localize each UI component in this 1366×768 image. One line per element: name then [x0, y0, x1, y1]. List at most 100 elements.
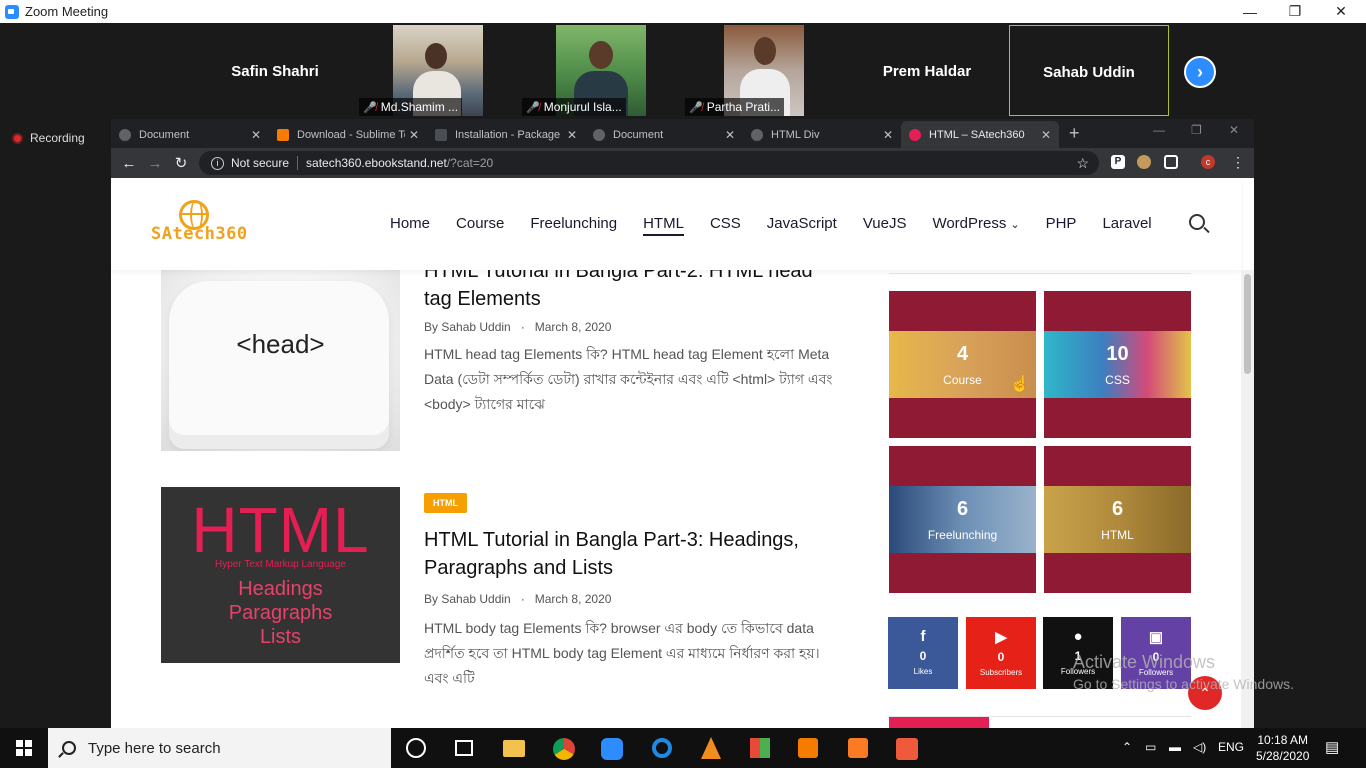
- sidebar-tabs[interactable]: [889, 716, 1191, 728]
- recording-label: Recording: [30, 131, 85, 145]
- mouse-cursor-icon: ☝: [1010, 376, 1030, 393]
- chrome-icon[interactable]: [553, 738, 575, 760]
- participant-tile[interactable]: Prem Haldar: [847, 25, 1007, 116]
- nav-php[interactable]: PHP: [1046, 215, 1077, 236]
- task-view-icon[interactable]: [455, 740, 473, 756]
- nav-vuejs[interactable]: VueJS: [863, 215, 907, 236]
- post-thumbnail[interactable]: HTML Hyper Text Markup Language Headings…: [161, 487, 400, 663]
- close-tab-icon[interactable]: ✕: [567, 128, 577, 142]
- post-author[interactable]: By Sahab Uddin: [424, 320, 511, 334]
- browser-tab-active[interactable]: HTML – SAtech360 ✕: [901, 121, 1059, 148]
- nav-html[interactable]: HTML: [643, 215, 684, 236]
- participant-tile[interactable]: Safin Shahri: [195, 25, 355, 116]
- participant-tile[interactable]: 🎤̸ Monjurul Isla...: [520, 25, 680, 116]
- security-label: Not secure: [231, 156, 290, 170]
- minimize-icon[interactable]: —: [1153, 123, 1165, 137]
- browser-tab[interactable]: Document ✕: [111, 121, 269, 148]
- language-indicator[interactable]: ENG: [1218, 740, 1244, 754]
- scrollbar-thumb[interactable]: [1244, 274, 1251, 374]
- address-bar[interactable]: i Not secure satech360.ebookstand.net/?c…: [199, 151, 1099, 175]
- site-logo[interactable]: SAtech360: [151, 198, 251, 248]
- participant-name: Sahab Uddin: [1043, 64, 1135, 81]
- system-clock[interactable]: 10:18 AM 5/28/2020: [1256, 732, 1309, 764]
- zoom-window-title: Zoom Meeting: [25, 4, 109, 19]
- extension-icon[interactable]: [1137, 155, 1151, 169]
- browser-tab[interactable]: Download - Sublime Te ✕: [269, 121, 427, 148]
- browser-tab[interactable]: Document ✕: [585, 121, 743, 148]
- close-tab-icon[interactable]: ✕: [725, 128, 735, 142]
- cortana-icon[interactable]: [406, 738, 426, 758]
- participant-name: Safin Shahri: [231, 63, 319, 80]
- star-icon[interactable]: ☆: [1076, 155, 1089, 172]
- xampp-icon[interactable]: [848, 738, 868, 758]
- close-tab-icon[interactable]: ✕: [1041, 128, 1051, 142]
- sublime-icon: [277, 128, 289, 141]
- next-page-button[interactable]: ›: [1184, 56, 1216, 88]
- menu-icon[interactable]: ⋮: [1231, 154, 1245, 171]
- close-tab-icon[interactable]: ✕: [883, 128, 893, 142]
- nav-freelunching[interactable]: Freelunching: [530, 215, 617, 236]
- participant-tile[interactable]: 🎤̸ Md.Shamim ...: [357, 25, 517, 116]
- close-icon[interactable]: ✕: [1229, 123, 1239, 137]
- forward-icon[interactable]: →: [142, 155, 168, 172]
- thumbnail-title: HTML: [191, 494, 370, 566]
- restore-icon[interactable]: ❐: [1191, 123, 1202, 137]
- close-tab-icon[interactable]: ✕: [251, 128, 261, 142]
- minimize-icon[interactable]: —: [1227, 0, 1273, 23]
- category-tile-course[interactable]: 4 Course: [889, 291, 1036, 438]
- network-icon[interactable]: ▭: [1145, 740, 1156, 754]
- youtube-icon: ▶: [995, 629, 1007, 646]
- chevron-up-icon[interactable]: ⌃: [1122, 740, 1132, 754]
- reload-icon[interactable]: ↻: [168, 154, 194, 172]
- nav-css[interactable]: CSS: [710, 215, 741, 236]
- brackets-icon[interactable]: [896, 738, 918, 760]
- tab-title: Installation - Package C: [455, 128, 563, 141]
- social-youtube[interactable]: ▶ 0 Subscribers: [966, 617, 1036, 689]
- profile-avatar[interactable]: c: [1201, 155, 1215, 169]
- sublime-text-icon[interactable]: [798, 738, 818, 758]
- main-nav: Home Course Freelunching HTML CSS JavaSc…: [390, 215, 1178, 236]
- nav-laravel[interactable]: Laravel: [1102, 215, 1151, 236]
- url-path: /?cat=20: [446, 156, 494, 170]
- taskbar-search[interactable]: Type here to search: [48, 728, 391, 768]
- browser-tab[interactable]: HTML Div ✕: [743, 121, 901, 148]
- search-icon[interactable]: [1189, 214, 1205, 230]
- post-title[interactable]: HTML Tutorial in Bangla Part-3: Headings…: [424, 526, 834, 582]
- social-facebook[interactable]: f 0 Likes: [888, 617, 958, 689]
- edge-icon[interactable]: [652, 738, 672, 758]
- post-date: March 8, 2020: [534, 320, 612, 334]
- zoom-icon[interactable]: [601, 738, 623, 760]
- globe-icon: [593, 128, 605, 141]
- participant-tile-active-speaker[interactable]: Sahab Uddin: [1009, 25, 1169, 116]
- info-icon[interactable]: i: [211, 156, 224, 170]
- volume-icon[interactable]: ◁): [1193, 740, 1206, 754]
- nav-wordpress[interactable]: WordPress: [932, 215, 1006, 236]
- extension-icon[interactable]: P: [1111, 155, 1125, 169]
- extension-icon[interactable]: [1164, 155, 1178, 169]
- category-tile-freelunching[interactable]: 6 Freelunching: [889, 446, 1036, 593]
- start-button[interactable]: [0, 728, 48, 768]
- back-icon[interactable]: ←: [116, 155, 142, 172]
- store-icon[interactable]: [750, 738, 770, 758]
- category-tile-css[interactable]: 10 CSS: [1044, 291, 1191, 438]
- file-explorer-icon[interactable]: [503, 740, 525, 757]
- close-tab-icon[interactable]: ✕: [409, 128, 419, 142]
- category-tile-html[interactable]: 6 HTML: [1044, 446, 1191, 593]
- vlc-icon[interactable]: [701, 737, 721, 759]
- browser-tab[interactable]: Installation - Package C ✕: [427, 121, 585, 148]
- category-badge[interactable]: HTML: [424, 493, 467, 513]
- post-author[interactable]: By Sahab Uddin: [424, 592, 511, 606]
- close-icon[interactable]: ✕: [1318, 0, 1364, 23]
- nav-javascript[interactable]: JavaScript: [767, 215, 837, 236]
- restore-icon[interactable]: ❐: [1272, 0, 1318, 23]
- nav-home[interactable]: Home: [390, 215, 430, 236]
- nav-course[interactable]: Course: [456, 215, 504, 236]
- post-thumbnail[interactable]: <head>: [161, 267, 400, 451]
- notifications-icon[interactable]: ▤: [1325, 738, 1339, 756]
- browser-toolbar: ← → ↻ i Not secure satech360.ebookstand.…: [111, 148, 1254, 178]
- participant-tile[interactable]: 🎤̸ Partha Prati...: [683, 25, 843, 116]
- battery-icon[interactable]: ▬: [1169, 740, 1181, 754]
- new-tab-button[interactable]: +: [1069, 123, 1080, 144]
- sidebar-divider: [889, 273, 1191, 274]
- participant-label: 🎤̸ Partha Prati...: [685, 98, 785, 116]
